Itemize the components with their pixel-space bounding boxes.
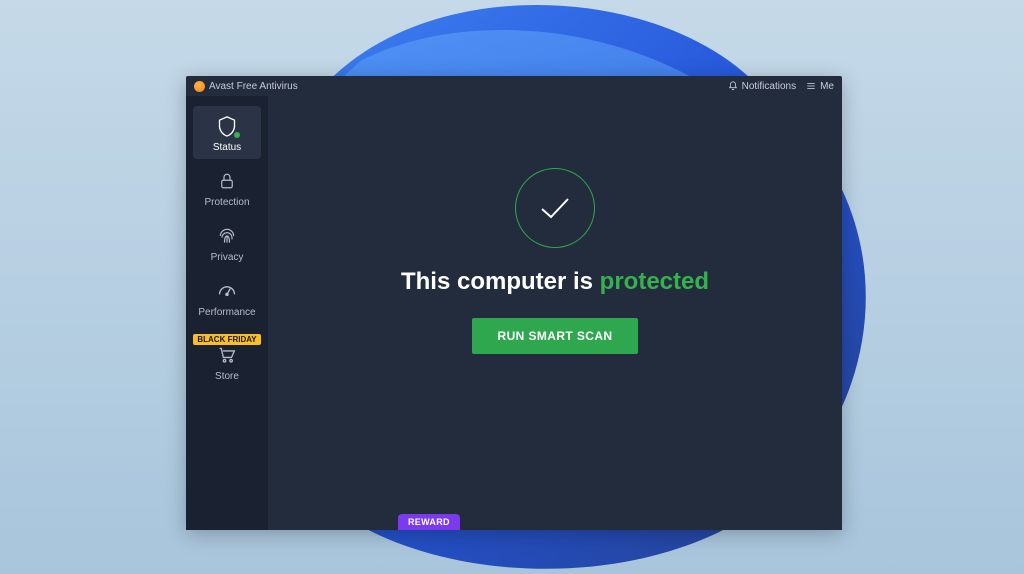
status-word: protected xyxy=(600,268,709,295)
sidebar-item-label: Store xyxy=(215,371,239,382)
sidebar-item-label: Performance xyxy=(198,307,255,318)
fingerprint-icon xyxy=(217,226,237,246)
gauge-icon xyxy=(217,281,237,301)
notifications-label: Notifications xyxy=(742,81,796,92)
app-title: Avast Free Antivirus xyxy=(209,81,298,92)
run-smart-scan-button[interactable]: RUN SMART SCAN xyxy=(472,318,639,354)
reward-tab[interactable]: REWARD xyxy=(398,514,460,530)
sidebar-item-store[interactable]: BLACK FRIDAY Store xyxy=(193,326,261,388)
main-panel: This computer is protected RUN SMART SCA… xyxy=(268,96,842,530)
notifications-button[interactable]: Notifications xyxy=(728,81,796,92)
bell-icon xyxy=(728,81,738,91)
avast-logo-icon xyxy=(194,81,205,92)
sidebar-item-label: Privacy xyxy=(211,252,244,263)
sidebar: Status Protection Privacy xyxy=(186,96,268,530)
menu-icon xyxy=(806,81,816,91)
cart-icon xyxy=(217,346,237,364)
status-ok-dot-icon xyxy=(233,131,241,139)
sidebar-item-protection[interactable]: Protection xyxy=(193,161,261,214)
sidebar-item-label: Protection xyxy=(204,197,249,208)
status-circle xyxy=(515,168,595,248)
menu-label: Me xyxy=(820,81,834,92)
sidebar-item-privacy[interactable]: Privacy xyxy=(193,216,261,269)
status-title: This computer is protected xyxy=(401,268,709,296)
checkmark-icon xyxy=(538,194,572,222)
app-window: Avast Free Antivirus Notifications Me xyxy=(186,76,842,530)
sidebar-item-performance[interactable]: Performance xyxy=(193,271,261,324)
status-prefix: This computer is xyxy=(401,268,600,295)
menu-button[interactable]: Me xyxy=(806,81,834,92)
titlebar: Avast Free Antivirus Notifications Me xyxy=(186,76,842,96)
sidebar-item-status[interactable]: Status xyxy=(193,106,261,159)
sidebar-item-label: Status xyxy=(213,142,241,153)
lock-icon xyxy=(218,171,236,191)
